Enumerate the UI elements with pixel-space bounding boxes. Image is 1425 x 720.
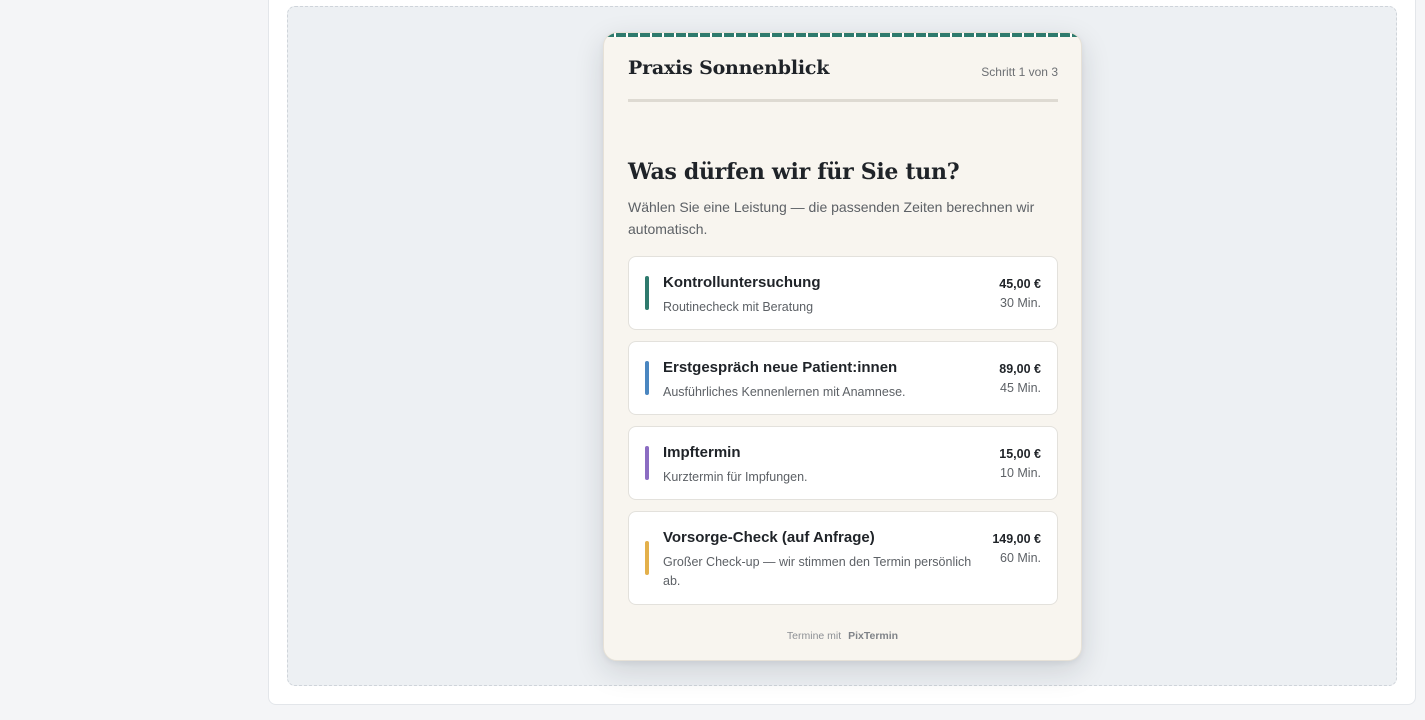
service-description: Routinecheck mit Beratung <box>663 300 814 314</box>
service-card-erstgespraech[interactable]: Erstgespräch neue Patient:innen Ausführl… <box>628 341 1058 415</box>
page-subtitle: Wählen Sie eine Leistung — die passenden… <box>628 199 1035 237</box>
booking-widget: Praxis Sonnenblick Schritt 1 von 3 Was d… <box>603 32 1082 661</box>
service-name: Kontrolluntersuchung <box>663 274 821 291</box>
service-list: Kontrolluntersuchung Routinecheck mit Be… <box>628 256 1058 616</box>
page-title: Was dürfen wir für Sie tun? <box>628 159 960 185</box>
service-price: 45,00 € <box>999 277 1041 291</box>
service-description: Ausführliches Kennenlernen mit Anamnese. <box>663 385 906 399</box>
service-duration: 60 Min. <box>1000 551 1041 565</box>
service-card-impftermin[interactable]: Impftermin Kurztermin für Impfungen. 15,… <box>628 426 1058 500</box>
service-accent-bar <box>645 446 649 480</box>
service-accent-bar <box>645 276 649 310</box>
service-description: Großer Check-up — wir stimmen den Termin… <box>663 555 972 588</box>
top-stripe <box>604 33 1081 37</box>
service-duration: 10 Min. <box>1000 466 1041 480</box>
widget-header: Praxis Sonnenblick Schritt 1 von 3 <box>628 57 1058 102</box>
service-accent-bar <box>645 541 649 575</box>
service-accent-bar <box>645 361 649 395</box>
widget-footer: Termine mit PixTermin <box>604 630 1081 642</box>
service-price: 149,00 € <box>992 532 1041 546</box>
service-price: 15,00 € <box>999 447 1041 461</box>
footer-brand-link[interactable]: PixTermin <box>848 630 898 642</box>
service-card-vorsorge-check[interactable]: Vorsorge-Check (auf Anfrage) Großer Chec… <box>628 511 1058 605</box>
practice-name: Praxis Sonnenblick <box>628 57 830 79</box>
service-card-kontrolluntersuchung[interactable]: Kontrolluntersuchung Routinecheck mit Be… <box>628 256 1058 330</box>
footer-prefix: Termine mit <box>786 630 842 642</box>
step-indicator: Schritt 1 von 3 <box>981 65 1058 79</box>
service-name: Erstgespräch neue Patient:innen <box>663 359 898 376</box>
service-name: Impftermin <box>663 444 741 461</box>
service-price: 89,00 € <box>999 362 1041 376</box>
service-description: Kurztermin für Impfungen. <box>663 470 808 484</box>
service-duration: 30 Min. <box>1000 296 1041 310</box>
service-duration: 45 Min. <box>1000 381 1041 395</box>
service-name: Vorsorge-Check (auf Anfrage) <box>663 529 875 546</box>
